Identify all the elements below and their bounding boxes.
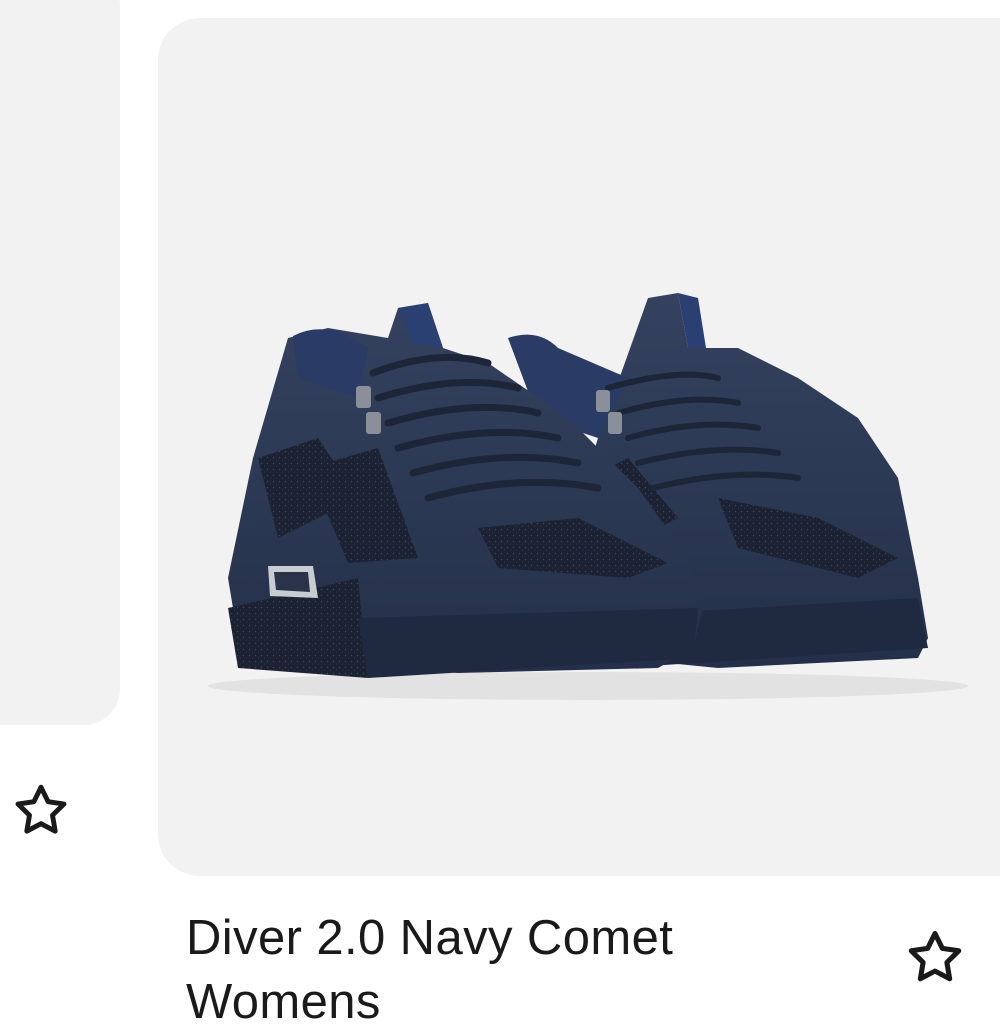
- favorite-button-left[interactable]: [10, 780, 72, 842]
- product-image[interactable]: [158, 18, 1000, 876]
- star-outline-icon: [15, 784, 67, 834]
- product-title[interactable]: Diver 2.0 Navy Comet Womens: [186, 906, 826, 1034]
- adjacent-product-image[interactable]: [0, 0, 120, 725]
- favorite-button[interactable]: [900, 926, 970, 990]
- sneaker-pair-image: [208, 293, 968, 700]
- star-outline-icon: [908, 930, 962, 982]
